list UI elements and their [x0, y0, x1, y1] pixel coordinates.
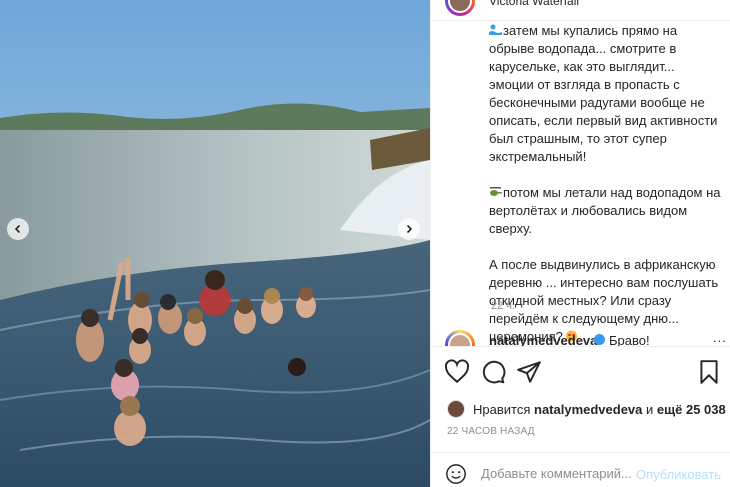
- waterfall-pool-photo: [0, 0, 430, 487]
- comment-icon[interactable]: [480, 359, 506, 385]
- post-caption: затем мы купались прямо на обрыве водопа…: [489, 22, 721, 364]
- comment-input[interactable]: [481, 462, 631, 484]
- commenter-username[interactable]: natalymedvedeva: [489, 333, 597, 346]
- comment-text: Браво!: [609, 333, 650, 346]
- bookmark-icon[interactable]: [696, 359, 722, 385]
- liker-avatar[interactable]: [447, 400, 465, 418]
- chevron-left-icon: [14, 224, 21, 234]
- liker-username[interactable]: natalymedvedeva: [534, 402, 642, 417]
- post-location[interactable]: Victoria Waterfall: [489, 0, 579, 8]
- publish-button[interactable]: Опубликовать: [636, 467, 721, 482]
- author-avatar[interactable]: [445, 0, 475, 16]
- post-actions-bar: [431, 346, 730, 396]
- helicopter-emoji-icon: [490, 187, 502, 196]
- add-comment-bar: Опубликовать: [431, 452, 730, 487]
- post-photo: [0, 0, 430, 487]
- likes-count-link[interactable]: ещё 25 038: [657, 402, 726, 417]
- swimmer-emoji-icon: [489, 24, 502, 35]
- smiley-icon[interactable]: [445, 463, 467, 485]
- top-comment: natalymedvedeva Браво! ...: [445, 330, 725, 346]
- verified-badge-icon: [594, 334, 605, 345]
- post-date[interactable]: 22 ЧАСОВ НАЗАД: [447, 426, 535, 437]
- post-header: Victoria Waterfall: [431, 0, 730, 21]
- likes-summary: Нравится natalymedvedeva и ещё 25 038: [447, 400, 726, 418]
- comment-more-button[interactable]: ...: [713, 330, 725, 345]
- chevron-right-icon: [406, 224, 413, 234]
- caption-time[interactable]: 22 ч.: [491, 300, 515, 312]
- paper-plane-icon[interactable]: [516, 359, 542, 385]
- commenter-avatar[interactable]: [445, 330, 475, 346]
- carousel-prev-button[interactable]: [7, 218, 29, 240]
- heart-icon[interactable]: [444, 359, 470, 385]
- post-side-panel: Victoria Waterfall затем мы купались пря…: [430, 0, 730, 487]
- caption-paragraph: потом мы летали над водопадом на вертолё…: [489, 185, 721, 236]
- carousel-next-button[interactable]: [398, 218, 420, 240]
- caption-paragraph: затем мы купались прямо на обрыве водопа…: [489, 23, 718, 164]
